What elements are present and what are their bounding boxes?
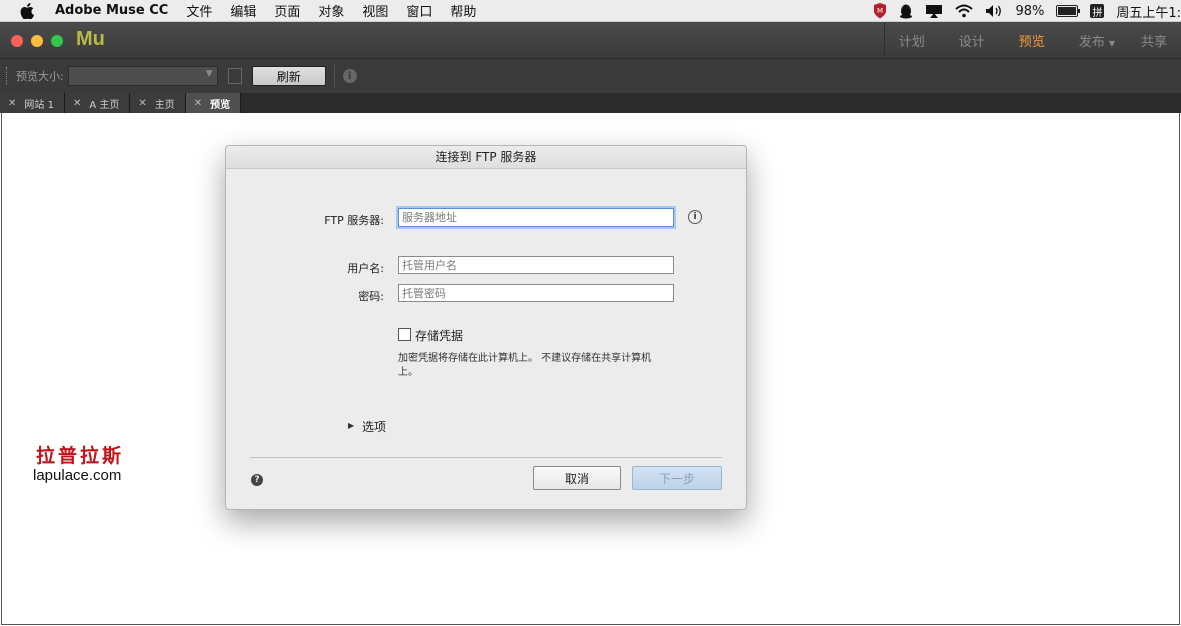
tab-a-master[interactable]: ✕ A 主页 — [64, 93, 131, 113]
clock[interactable]: 周五上午1: — [1116, 2, 1181, 21]
save-credentials-label[interactable]: 存储凭据 — [415, 327, 463, 344]
tab-preview[interactable]: ✕ 预览 — [185, 93, 242, 113]
mode-preview[interactable]: 预览 — [1019, 31, 1045, 50]
wifi-icon[interactable] — [955, 4, 974, 18]
tab-site[interactable]: ✕ 网站 1 — [0, 93, 65, 113]
tab-home[interactable]: ✕ 主页 — [130, 93, 186, 113]
airplay-icon[interactable] — [925, 4, 943, 18]
dialog-divider — [250, 457, 722, 458]
qq-penguin-icon[interactable] — [899, 3, 913, 19]
chevron-down-icon: ▼ — [205, 69, 213, 79]
mode-switcher: 计划 设计 预览 发布 ▼ 共享 — [883, 22, 1181, 58]
save-credentials-checkbox[interactable] — [398, 328, 411, 341]
tab-label: 预览 — [210, 99, 231, 111]
tab-label: 主页 — [154, 99, 175, 111]
info-icon[interactable]: i — [688, 210, 702, 224]
toolbar-grip[interactable] — [6, 67, 10, 85]
input-method-icon[interactable]: 拼 — [1090, 4, 1105, 19]
preview-size-select[interactable]: ▼ — [67, 66, 218, 86]
battery-percent: 98% — [1015, 3, 1045, 19]
menu-help[interactable]: 帮助 — [450, 1, 476, 20]
username-input[interactable] — [398, 256, 674, 274]
svg-text:M: M — [877, 7, 883, 15]
mode-share[interactable]: 共享 — [1141, 31, 1167, 50]
username-label: 用户名: — [347, 262, 384, 275]
battery-icon[interactable] — [1056, 5, 1081, 17]
disclosure-triangle-icon[interactable]: ▶ — [348, 421, 354, 430]
options-toggle[interactable]: 选项 — [362, 418, 386, 435]
tab-label: 网站 1 — [24, 99, 54, 111]
chevron-down-icon: ▼ — [1108, 38, 1115, 48]
shield-icon[interactable]: M — [873, 3, 887, 19]
ftp-server-input[interactable] — [398, 208, 674, 227]
tab-label: A 主页 — [89, 99, 120, 111]
next-button[interactable]: 下一步 — [632, 466, 722, 490]
mode-design[interactable]: 设计 — [959, 31, 985, 50]
mode-publish[interactable]: 发布 ▼ — [1079, 31, 1115, 50]
watermark-url: lapulace.com — [33, 467, 122, 484]
preview-size-label: 预览大小: — [16, 70, 64, 83]
app-title-bar: Mu 计划 设计 预览 发布 ▼ 共享 — [0, 22, 1181, 59]
menu-file[interactable]: 文件 — [186, 1, 212, 20]
close-tab-icon[interactable]: ✕ — [138, 98, 146, 109]
close-window-button[interactable] — [11, 35, 23, 47]
password-input[interactable] — [398, 284, 674, 302]
save-credentials-note: 加密凭据将存储在此计算机上。 不建议存储在共享计算机上。 — [398, 353, 652, 378]
watermark-chinese: 拉普拉斯 — [36, 445, 125, 467]
info-icon[interactable]: i — [342, 69, 357, 83]
close-tab-icon[interactable]: ✕ — [73, 98, 81, 109]
page-size-icon[interactable] — [227, 68, 242, 84]
status-area: M 98% 拼 周五上午1: — [861, 0, 1181, 22]
zoom-window-button[interactable] — [51, 35, 63, 47]
menu-edit[interactable]: 编辑 — [230, 1, 256, 20]
cancel-button[interactable]: 取消 — [533, 466, 621, 490]
app-menu[interactable]: Adobe Muse CC — [55, 3, 168, 18]
menu-object[interactable]: 对象 — [318, 1, 344, 20]
password-label: 密码: — [358, 290, 384, 303]
menu-view[interactable]: 视图 — [362, 1, 388, 20]
dialog-title: 连接到 FTP 服务器 — [226, 146, 746, 169]
toolbar-divider — [333, 65, 335, 87]
mode-plan[interactable]: 计划 — [899, 31, 925, 50]
muse-logo: Mu — [76, 28, 105, 50]
minimize-window-button[interactable] — [31, 35, 43, 47]
document-tabs: ✕ 网站 1 ✕ A 主页 ✕ 主页 ✕ 预览 — [0, 93, 1181, 113]
refresh-button[interactable]: 刷新 — [251, 66, 326, 86]
volume-icon[interactable] — [985, 4, 1003, 18]
close-tab-icon[interactable]: ✕ — [8, 98, 16, 109]
help-icon[interactable]: ? — [251, 474, 263, 486]
system-menu-bar: Adobe Muse CC 文件 编辑 页面 对象 视图 窗口 帮助 M 98%… — [0, 0, 1181, 22]
menu-page[interactable]: 页面 — [274, 1, 300, 20]
menu-window[interactable]: 窗口 — [406, 1, 432, 20]
apple-menu-icon[interactable] — [20, 2, 38, 19]
preview-toolbar: 预览大小: ▼ 刷新 i — [0, 59, 1181, 94]
close-tab-icon[interactable]: ✕ — [194, 98, 202, 109]
ftp-server-label: FTP 服务器: — [324, 214, 384, 227]
mode-publish-label: 发布 — [1078, 34, 1105, 50]
ftp-connect-dialog: 连接到 FTP 服务器 FTP 服务器: i 用户名: 密码: 存储凭据 加密凭… — [225, 145, 747, 510]
